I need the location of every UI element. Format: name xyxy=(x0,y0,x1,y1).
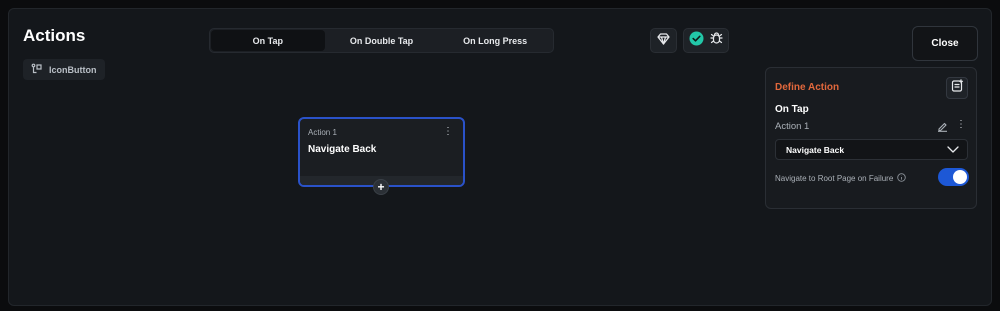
navigate-root-option: Navigate to Root Page on Failure xyxy=(775,173,907,184)
check-circle-icon xyxy=(689,31,704,51)
add-action-button[interactable]: + xyxy=(373,179,389,195)
edit-icon[interactable] xyxy=(937,119,948,137)
info-icon[interactable] xyxy=(897,173,907,184)
gem-button[interactable] xyxy=(650,28,677,53)
action-card[interactable]: Action 1 Navigate Back ⋮ xyxy=(298,117,465,187)
note-add-icon xyxy=(951,79,964,97)
widget-chip[interactable]: IconButton xyxy=(23,59,105,80)
page-title: Actions xyxy=(23,26,86,45)
bug-icon xyxy=(710,31,723,50)
widget-chip-label: IconButton xyxy=(49,64,97,75)
define-action-panel: Define Action On Tap Action 1 ⋮ Navigate… xyxy=(765,67,977,209)
toggle-knob xyxy=(953,170,967,184)
actions-panel: Actions IconButton On Tap On Double Tap … xyxy=(8,8,992,306)
navigate-root-label: Navigate to Root Page on Failure xyxy=(775,174,894,183)
widget-tree-icon xyxy=(31,63,43,77)
action-name: Action 1 xyxy=(775,121,810,132)
action-type-select[interactable]: Navigate Back xyxy=(775,139,968,160)
define-action-title: Define Action xyxy=(775,82,840,93)
action-menu-icon[interactable]: ⋮ xyxy=(956,120,966,130)
tab-on-double-tap[interactable]: On Double Tap xyxy=(325,30,439,51)
card-menu-icon[interactable]: ⋮ xyxy=(443,127,453,137)
chevron-down-icon xyxy=(947,145,959,155)
navigate-root-toggle[interactable] xyxy=(938,168,969,186)
action-library-button[interactable] xyxy=(946,77,968,99)
trigger-label: On Tap xyxy=(775,104,809,115)
tab-on-tap[interactable]: On Tap xyxy=(211,30,325,51)
close-button[interactable]: Close xyxy=(912,26,978,61)
tab-on-long-press[interactable]: On Long Press xyxy=(438,30,552,51)
trigger-tabs: On Tap On Double Tap On Long Press xyxy=(209,28,554,53)
validation-status-button[interactable] xyxy=(683,28,729,53)
gem-icon xyxy=(657,32,670,50)
action-card-title: Navigate Back xyxy=(308,144,377,155)
action-type-value: Navigate Back xyxy=(786,144,845,155)
action-card-subtitle: Action 1 xyxy=(308,128,337,137)
